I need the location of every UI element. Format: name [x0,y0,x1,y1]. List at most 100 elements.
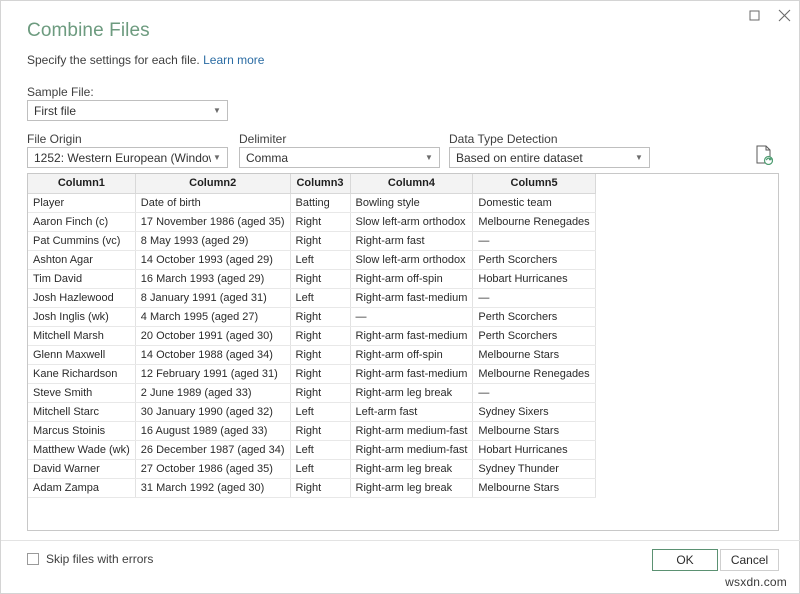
delimiter-dropdown[interactable]: Comma ▼ [239,147,440,168]
table-cell[interactable]: Left [290,459,350,478]
table-cell[interactable]: Right-arm fast-medium [350,326,473,345]
table-cell[interactable]: Melbourne Stars [473,421,595,440]
column-header[interactable]: Column1 [28,174,135,193]
table-row[interactable]: PlayerDate of birthBattingBowling styleD… [28,193,595,212]
column-header[interactable]: Column5 [473,174,595,193]
table-cell[interactable]: Melbourne Renegades [473,212,595,231]
table-row[interactable]: Josh Inglis (wk)4 March 1995 (aged 27)Ri… [28,307,595,326]
table-cell[interactable]: Right-arm medium-fast [350,421,473,440]
table-cell[interactable]: Mitchell Starc [28,402,135,421]
table-cell[interactable]: — [473,383,595,402]
table-cell[interactable]: Right [290,307,350,326]
table-cell[interactable]: Perth Scorchers [473,326,595,345]
table-row[interactable]: Mitchell Starc30 January 1990 (aged 32)L… [28,402,595,421]
table-cell[interactable]: Melbourne Stars [473,478,595,497]
table-cell[interactable]: 12 February 1991 (aged 31) [135,364,290,383]
skip-files-with-errors-checkbox[interactable]: Skip files with errors [27,552,153,566]
table-cell[interactable]: Right [290,231,350,250]
column-header[interactable]: Column4 [350,174,473,193]
table-row[interactable]: Adam Zampa31 March 1992 (aged 30)RightRi… [28,478,595,497]
table-row[interactable]: Tim David16 March 1993 (aged 29)RightRig… [28,269,595,288]
table-cell[interactable]: Melbourne Renegades [473,364,595,383]
table-cell[interactable]: 8 May 1993 (aged 29) [135,231,290,250]
table-cell[interactable]: Right [290,383,350,402]
table-cell[interactable]: Player [28,193,135,212]
learn-more-link[interactable]: Learn more [203,53,264,67]
table-cell[interactable]: Right-arm off-spin [350,345,473,364]
table-cell[interactable]: Right-arm leg break [350,459,473,478]
table-cell[interactable]: 30 January 1990 (aged 32) [135,402,290,421]
table-cell[interactable]: Adam Zampa [28,478,135,497]
table-cell[interactable]: Ashton Agar [28,250,135,269]
table-cell[interactable]: Perth Scorchers [473,250,595,269]
column-header[interactable]: Column2 [135,174,290,193]
table-cell[interactable]: Right-arm fast [350,231,473,250]
sample-file-dropdown[interactable]: First file ▼ [27,100,228,121]
table-cell[interactable]: Glenn Maxwell [28,345,135,364]
table-cell[interactable]: — [473,288,595,307]
table-row[interactable]: Steve Smith2 June 1989 (aged 33)RightRig… [28,383,595,402]
table-cell[interactable]: Melbourne Stars [473,345,595,364]
table-cell[interactable]: Josh Hazlewood [28,288,135,307]
table-row[interactable]: David Warner27 October 1986 (aged 35)Lef… [28,459,595,478]
cancel-button[interactable]: Cancel [720,549,779,571]
table-cell[interactable]: 4 March 1995 (aged 27) [135,307,290,326]
table-cell[interactable]: Mitchell Marsh [28,326,135,345]
table-cell[interactable]: Right-arm fast-medium [350,288,473,307]
table-cell[interactable]: 17 November 1986 (aged 35) [135,212,290,231]
table-cell[interactable]: David Warner [28,459,135,478]
table-cell[interactable]: Right [290,212,350,231]
table-cell[interactable]: Right [290,478,350,497]
table-cell[interactable]: 27 October 1986 (aged 35) [135,459,290,478]
table-row[interactable]: Aaron Finch (c)17 November 1986 (aged 35… [28,212,595,231]
data-type-detection-dropdown[interactable]: Based on entire dataset ▼ [449,147,650,168]
file-refresh-icon[interactable] [755,145,773,165]
table-cell[interactable]: Sydney Sixers [473,402,595,421]
table-cell[interactable]: — [473,231,595,250]
table-cell[interactable]: Sydney Thunder [473,459,595,478]
table-cell[interactable]: Hobart Hurricanes [473,269,595,288]
table-cell[interactable]: Slow left-arm orthodox [350,212,473,231]
table-cell[interactable]: Date of birth [135,193,290,212]
table-cell[interactable]: Right-arm leg break [350,478,473,497]
table-cell[interactable]: Aaron Finch (c) [28,212,135,231]
table-row[interactable]: Ashton Agar14 October 1993 (aged 29)Left… [28,250,595,269]
table-cell[interactable]: Perth Scorchers [473,307,595,326]
table-cell[interactable]: 2 June 1989 (aged 33) [135,383,290,402]
restore-window-button[interactable] [739,3,769,27]
table-row[interactable]: Marcus Stoinis16 August 1989 (aged 33) Ri… [28,421,595,440]
table-cell[interactable]: Pat Cummins (vc) [28,231,135,250]
table-cell[interactable]: 8 January 1991 (aged 31) [135,288,290,307]
table-cell[interactable]: Left [290,402,350,421]
table-cell[interactable]: 16 August 1989 (aged 33) [135,421,290,440]
ok-button[interactable]: OK [652,549,718,571]
table-row[interactable]: Kane Richardson12 February 1991 (aged 31… [28,364,595,383]
table-cell[interactable]: Left [290,250,350,269]
table-cell[interactable]: Right-arm fast-medium [350,364,473,383]
table-row[interactable]: Mitchell Marsh20 October 1991 (aged 30) R… [28,326,595,345]
table-cell[interactable]: Right [290,345,350,364]
table-cell[interactable]: Tim David [28,269,135,288]
table-cell[interactable]: Right [290,269,350,288]
data-preview-pane[interactable]: Column1 Column2 Column3 Column4 Column5 … [27,173,779,531]
table-cell[interactable]: Matthew Wade (wk) [28,440,135,459]
table-cell[interactable]: 20 October 1991 (aged 30) [135,326,290,345]
table-cell[interactable]: Left [290,288,350,307]
table-cell[interactable]: 16 March 1993 (aged 29) [135,269,290,288]
table-cell[interactable]: Slow left-arm orthodox [350,250,473,269]
column-header[interactable]: Column3 [290,174,350,193]
table-cell[interactable]: Left [290,440,350,459]
table-cell[interactable]: Bowling style [350,193,473,212]
file-origin-dropdown[interactable]: 1252: Western European (Windows) ▼ [27,147,228,168]
table-cell[interactable]: Domestic team [473,193,595,212]
close-window-button[interactable] [769,3,799,27]
table-cell[interactable]: Marcus Stoinis [28,421,135,440]
table-cell[interactable]: 14 October 1988 (aged 34) [135,345,290,364]
table-cell[interactable]: Josh Inglis (wk) [28,307,135,326]
table-cell[interactable]: Batting [290,193,350,212]
table-cell[interactable]: Kane Richardson [28,364,135,383]
table-cell[interactable]: Steve Smith [28,383,135,402]
table-cell[interactable]: 26 December 1987 (aged 34) [135,440,290,459]
table-cell[interactable]: — [350,307,473,326]
table-row[interactable]: Josh Hazlewood8 January 1991 (aged 31)Le… [28,288,595,307]
